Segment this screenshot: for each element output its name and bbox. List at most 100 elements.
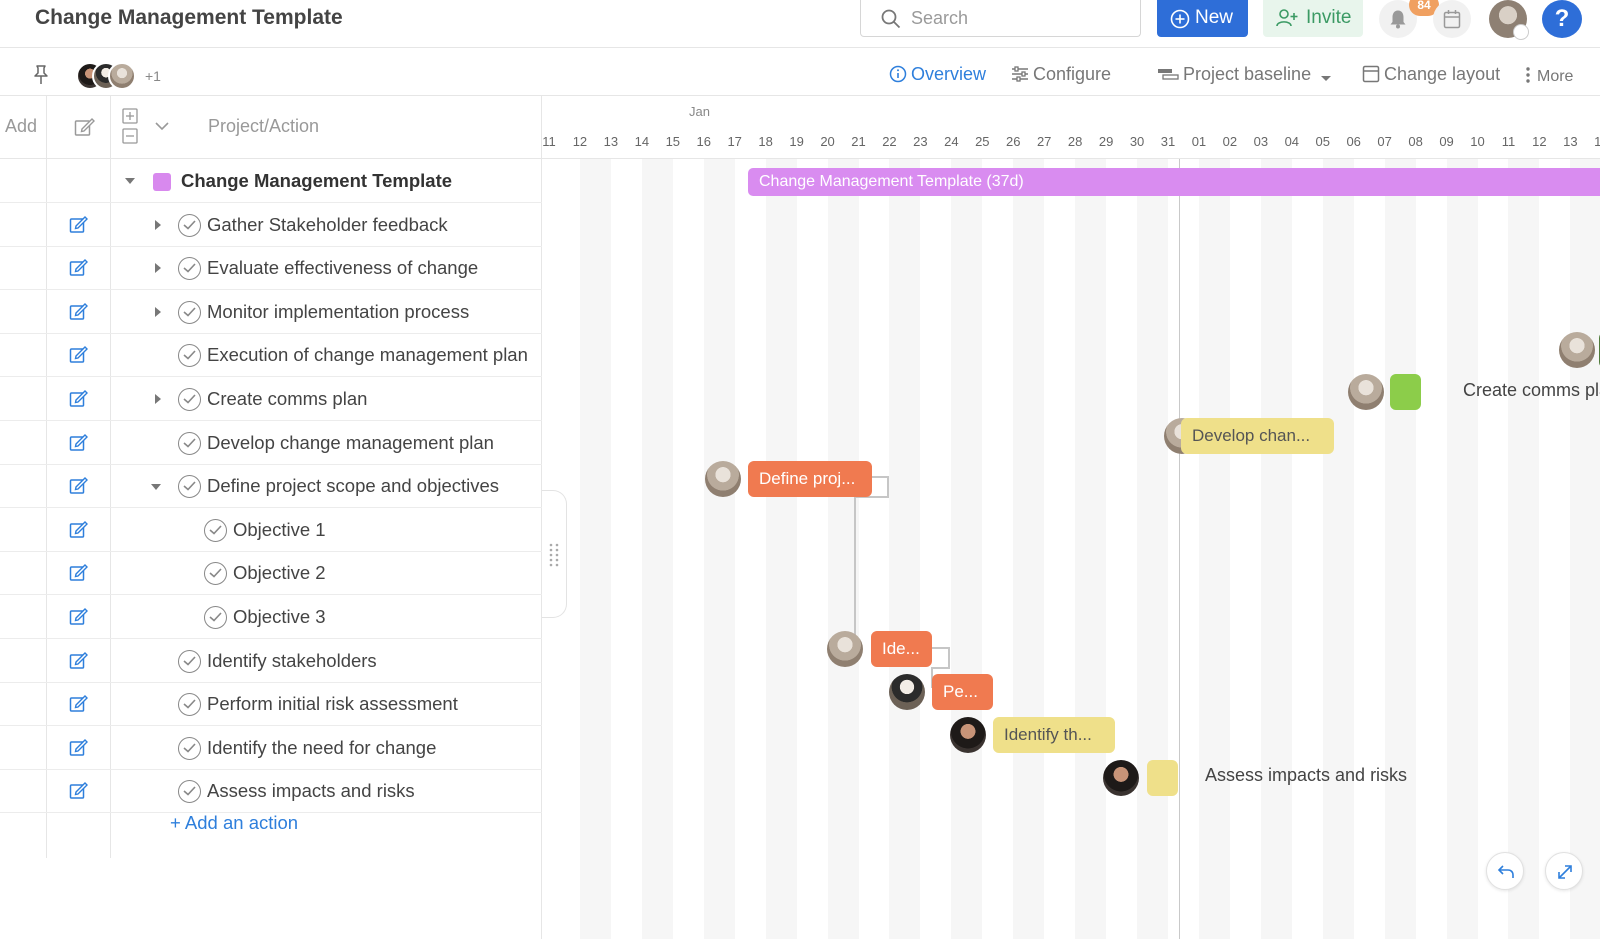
action-name[interactable]: Evaluate effectiveness of change: [207, 257, 478, 279]
user-avatar[interactable]: [1489, 0, 1529, 40]
calendar-button[interactable]: [1433, 0, 1471, 38]
table-row[interactable]: Execution of change management plan: [0, 333, 542, 378]
action-name[interactable]: Gather Stakeholder feedback: [207, 214, 448, 236]
expand-collapse-all-icon[interactable]: [122, 108, 138, 144]
checkbox-circle-icon[interactable]: [178, 344, 201, 368]
action-name[interactable]: Assess impacts and risks: [207, 780, 415, 802]
edit-icon[interactable]: [69, 607, 89, 632]
table-row[interactable]: Objective 2: [0, 551, 542, 596]
edit-icon[interactable]: [69, 651, 89, 676]
table-row[interactable]: Gather Stakeholder feedback: [0, 203, 542, 247]
table-row[interactable]: Perform initial risk assessment: [0, 682, 542, 727]
checkbox-circle-icon[interactable]: [204, 606, 227, 629]
project-baseline-dropdown[interactable]: Project baseline: [1157, 64, 1336, 88]
chevron-down-icon[interactable]: [155, 121, 169, 131]
table-row[interactable]: Evaluate effectiveness of change: [0, 246, 542, 291]
add-column-header[interactable]: Add: [5, 116, 37, 137]
checkbox-circle-icon[interactable]: [178, 213, 201, 237]
more-menu[interactable]: More: [1523, 66, 1573, 90]
overview-tab[interactable]: Overview: [889, 64, 986, 88]
develop-plan-bar[interactable]: Develop chan...: [1181, 418, 1334, 454]
invite-button[interactable]: Invite: [1263, 0, 1363, 37]
action-name[interactable]: Develop change management plan: [207, 432, 494, 454]
checkbox-circle-icon[interactable]: [178, 388, 201, 411]
action-name[interactable]: Define project scope and objectives: [207, 475, 499, 497]
table-row[interactable]: Identify stakeholders: [0, 639, 542, 683]
action-name[interactable]: Identify the need for change: [207, 737, 436, 759]
action-name[interactable]: Objective 3: [233, 606, 326, 628]
checkbox-circle-icon[interactable]: [178, 693, 201, 717]
caret-right-icon[interactable]: [153, 392, 163, 410]
risk-assessment-bar[interactable]: Pe...: [932, 674, 993, 710]
checkbox-circle-icon[interactable]: [204, 518, 227, 542]
new-button[interactable]: New: [1157, 0, 1248, 37]
avatar: [108, 62, 136, 90]
table-row[interactable]: Assess impacts and risks: [0, 769, 542, 814]
checkbox-circle-icon[interactable]: [178, 300, 201, 324]
overview-label: Overview: [911, 64, 987, 84]
edit-icon[interactable]: [69, 738, 89, 763]
checkbox-circle-icon[interactable]: [178, 780, 201, 804]
caret-right-icon[interactable]: [153, 261, 163, 279]
table-row[interactable]: Develop change management plan: [0, 421, 542, 465]
pin-icon[interactable]: [32, 64, 50, 86]
help-button[interactable]: ?: [1542, 0, 1582, 38]
checkbox-circle-icon[interactable]: [204, 562, 227, 586]
fullscreen-button[interactable]: [1545, 852, 1583, 890]
search-input[interactable]: [911, 5, 1131, 31]
checkbox-circle-icon[interactable]: [178, 736, 201, 760]
action-name[interactable]: Objective 2: [233, 562, 326, 584]
edit-icon[interactable]: [69, 345, 89, 370]
configure-tab[interactable]: Configure: [1011, 64, 1111, 88]
checkbox-circle-icon[interactable]: [178, 475, 201, 499]
root-project-name[interactable]: Change Management Template: [181, 170, 452, 192]
table-header: Add Project/Action: [0, 96, 542, 159]
assess-impacts-label: Assess impacts and risks: [1205, 765, 1408, 785]
add-action-link[interactable]: + Add an action: [170, 812, 298, 834]
checkbox-circle-icon[interactable]: [178, 257, 201, 281]
action-name[interactable]: Objective 1: [233, 519, 326, 541]
undo-button[interactable]: [1486, 852, 1524, 890]
action-name[interactable]: Execution of change management plan: [207, 344, 528, 366]
edit-icon[interactable]: [69, 433, 89, 458]
edit-icon[interactable]: [69, 389, 89, 414]
search-box[interactable]: [860, 0, 1141, 37]
edit-icon[interactable]: [69, 694, 89, 719]
table-row-root[interactable]: Change Management Template: [0, 159, 542, 203]
caret-down-icon[interactable]: [150, 479, 162, 497]
members-extra-count[interactable]: +1: [145, 68, 161, 84]
identify-need-bar[interactable]: Identify th...: [993, 717, 1115, 753]
table-row[interactable]: Objective 3: [0, 595, 542, 639]
action-name[interactable]: Create comms plan: [207, 388, 367, 410]
edit-icon[interactable]: [69, 258, 89, 283]
table-row[interactable]: Objective 1: [0, 508, 542, 552]
caret-down-icon[interactable]: [124, 176, 136, 186]
table-row[interactable]: Identify the need for change: [0, 726, 542, 770]
caret-right-icon[interactable]: [153, 218, 163, 236]
edit-icon[interactable]: [69, 520, 89, 545]
table-row[interactable]: Monitor implementation process: [0, 290, 542, 334]
identify-stakeholders-bar[interactable]: Ide...: [871, 631, 932, 667]
action-name[interactable]: Monitor implementation process: [207, 301, 469, 323]
define-scope-bar[interactable]: Define proj...: [748, 461, 872, 497]
action-name[interactable]: Identify stakeholders: [207, 650, 377, 672]
checkbox-circle-icon[interactable]: [178, 431, 201, 455]
create-comms-milestone[interactable]: [1390, 374, 1421, 410]
project-action-header[interactable]: Project/Action: [208, 116, 319, 137]
table-row[interactable]: Create comms plan: [0, 377, 542, 421]
checkbox-circle-icon[interactable]: [178, 649, 201, 673]
caret-right-icon[interactable]: [153, 305, 163, 323]
assess-impacts-milestone[interactable]: [1147, 760, 1178, 796]
edit-icon[interactable]: [69, 563, 89, 588]
edit-icon[interactable]: [69, 302, 89, 327]
panel-resize-handle[interactable]: [542, 490, 567, 618]
edit-icon[interactable]: [69, 781, 89, 806]
edit-icon[interactable]: [69, 476, 89, 501]
action-name[interactable]: Perform initial risk assessment: [207, 693, 458, 715]
invite-button-label: Invite: [1306, 7, 1352, 28]
table-row[interactable]: Define project scope and objectives: [0, 464, 542, 509]
change-layout-button[interactable]: Change layout: [1362, 64, 1500, 88]
summary-bar[interactable]: Change Management Template (37d): [748, 168, 1600, 196]
edit-icon[interactable]: [69, 215, 89, 240]
dependency-lines: [854, 476, 950, 688]
